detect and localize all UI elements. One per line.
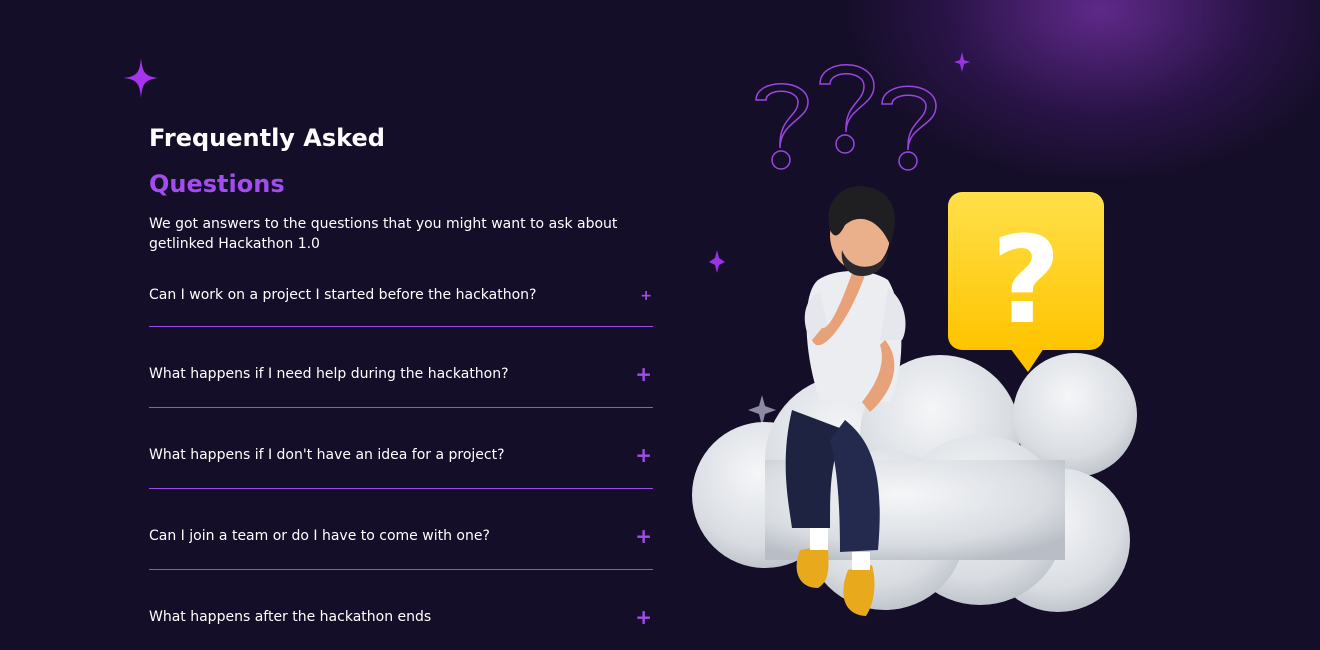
faq-item[interactable]: What happens if I need help during the h… <box>149 327 653 408</box>
faq-item[interactable]: Can I join a team or do I have to come w… <box>149 489 653 570</box>
plus-icon[interactable]: + <box>635 607 652 627</box>
faq-question: What happens if I need help during the h… <box>149 366 509 382</box>
faq-item[interactable]: Can I work on a project I started before… <box>149 280 653 327</box>
thinking-man-illustration: ? <box>692 52 1137 616</box>
faq-intro: We got answers to the questions that you… <box>149 216 618 252</box>
sparkle-star-icon <box>709 250 725 273</box>
faq-item[interactable]: What happens after the hackathon ends + <box>149 570 653 650</box>
sparkle-star-icon <box>954 52 970 72</box>
question-mark-outline-icon <box>755 64 937 171</box>
plus-icon[interactable]: + <box>635 445 652 465</box>
plus-icon[interactable]: + <box>635 364 652 384</box>
faq-question: What happens if I don't have an idea for… <box>149 447 505 463</box>
plus-icon[interactable]: + <box>640 286 652 306</box>
faq-heading-accent: Questions <box>149 170 285 198</box>
faq-question: What happens after the hackathon ends <box>149 609 432 625</box>
plus-icon[interactable]: + <box>635 526 652 546</box>
bubble-question-mark: ? <box>991 212 1061 351</box>
sparkle-star-icon <box>124 58 158 98</box>
faq-question: Can I work on a project I started before… <box>149 287 537 303</box>
sparkle-star-icon <box>748 395 776 426</box>
faq-question: Can I join a team or do I have to come w… <box>149 528 490 544</box>
faq-item[interactable]: What happens if I don't have an idea for… <box>149 408 653 489</box>
faq-heading: Frequently Asked <box>149 124 385 152</box>
